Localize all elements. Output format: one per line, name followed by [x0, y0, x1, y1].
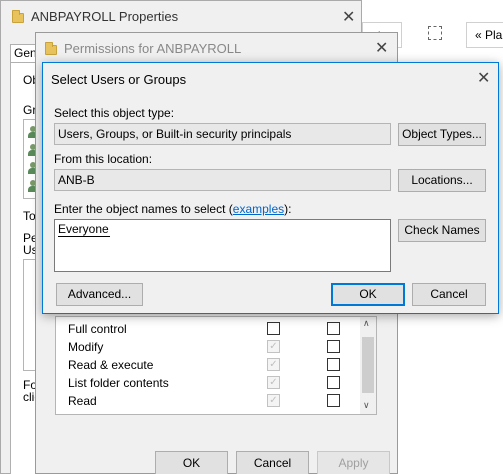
enter-names-suffix: ): — [284, 202, 292, 216]
properties-window-title: ANBPAYROLL Properties — [31, 9, 179, 24]
folder-icon — [12, 10, 24, 23]
explorer-expand-icon[interactable] — [428, 26, 442, 40]
permissions-apply-button: Apply — [317, 451, 390, 474]
check-names-button[interactable]: Check Names — [398, 219, 486, 242]
ok-button[interactable]: OK — [331, 283, 405, 306]
permissions-ok-button[interactable]: OK — [155, 451, 228, 474]
permissions-window-title: Permissions for ANBPAYROLL — [64, 41, 242, 56]
scroll-up-icon[interactable]: ∧ — [363, 318, 370, 329]
to-change-fragment: To — [23, 209, 36, 223]
permission-label: Modify — [68, 340, 104, 354]
object-types-button[interactable]: Object Types... — [398, 123, 486, 146]
enter-names-prefix: Enter the object names to select ( — [54, 202, 233, 216]
scroll-down-icon[interactable]: ∨ — [363, 400, 370, 411]
tab-general-label: Gen — [14, 46, 37, 60]
deny-checkbox[interactable] — [327, 394, 340, 407]
scroll-thumb[interactable] — [362, 337, 374, 393]
folder-icon — [45, 42, 57, 55]
allow-checkbox: ✓ — [267, 376, 280, 389]
permissions-cancel-button[interactable]: Cancel — [236, 451, 309, 474]
explorer-back-label: « Pla — [475, 28, 503, 42]
permission-label: Read & execute — [68, 358, 154, 372]
deny-checkbox[interactable] — [327, 376, 340, 389]
close-icon[interactable]: ✕ — [342, 10, 355, 26]
location-field: ANB-B — [54, 169, 391, 191]
object-names-value: Everyone — [58, 222, 110, 237]
allow-checkbox: ✓ — [267, 340, 280, 353]
enter-names-label: Enter the object names to select (exampl… — [54, 202, 291, 216]
close-icon[interactable]: ✕ — [477, 71, 490, 87]
close-icon[interactable]: ✕ — [375, 41, 388, 57]
deny-checkbox[interactable] — [327, 340, 340, 353]
deny-checkbox[interactable] — [327, 358, 340, 371]
location-label: From this location: — [54, 152, 153, 166]
examples-link[interactable]: examples — [233, 202, 284, 216]
select-users-title: Select Users or Groups — [51, 72, 187, 87]
allow-checkbox[interactable] — [267, 322, 280, 335]
permission-scrollbar[interactable]: ∧ ∨ — [360, 317, 376, 414]
allow-checkbox: ✓ — [267, 394, 280, 407]
permission-label: List folder contents — [68, 376, 169, 390]
allow-checkbox: ✓ — [267, 358, 280, 371]
advanced-button[interactable]: Advanced... — [56, 283, 143, 306]
deny-checkbox[interactable] — [327, 322, 340, 335]
locations-button[interactable]: Locations... — [398, 169, 486, 192]
select-users-dialog: Select Users or Groups ✕ Select this obj… — [42, 62, 499, 314]
permission-label: Full control — [68, 322, 127, 336]
object-names-textarea[interactable]: Everyone — [54, 219, 391, 272]
cancel-button[interactable]: Cancel — [412, 283, 486, 306]
object-type-label: Select this object type: — [54, 106, 175, 120]
object-type-field: Users, Groups, or Built-in security prin… — [54, 123, 391, 145]
permission-label: Read — [68, 394, 97, 408]
explorer-back-button[interactable]: « Pla — [466, 22, 503, 48]
